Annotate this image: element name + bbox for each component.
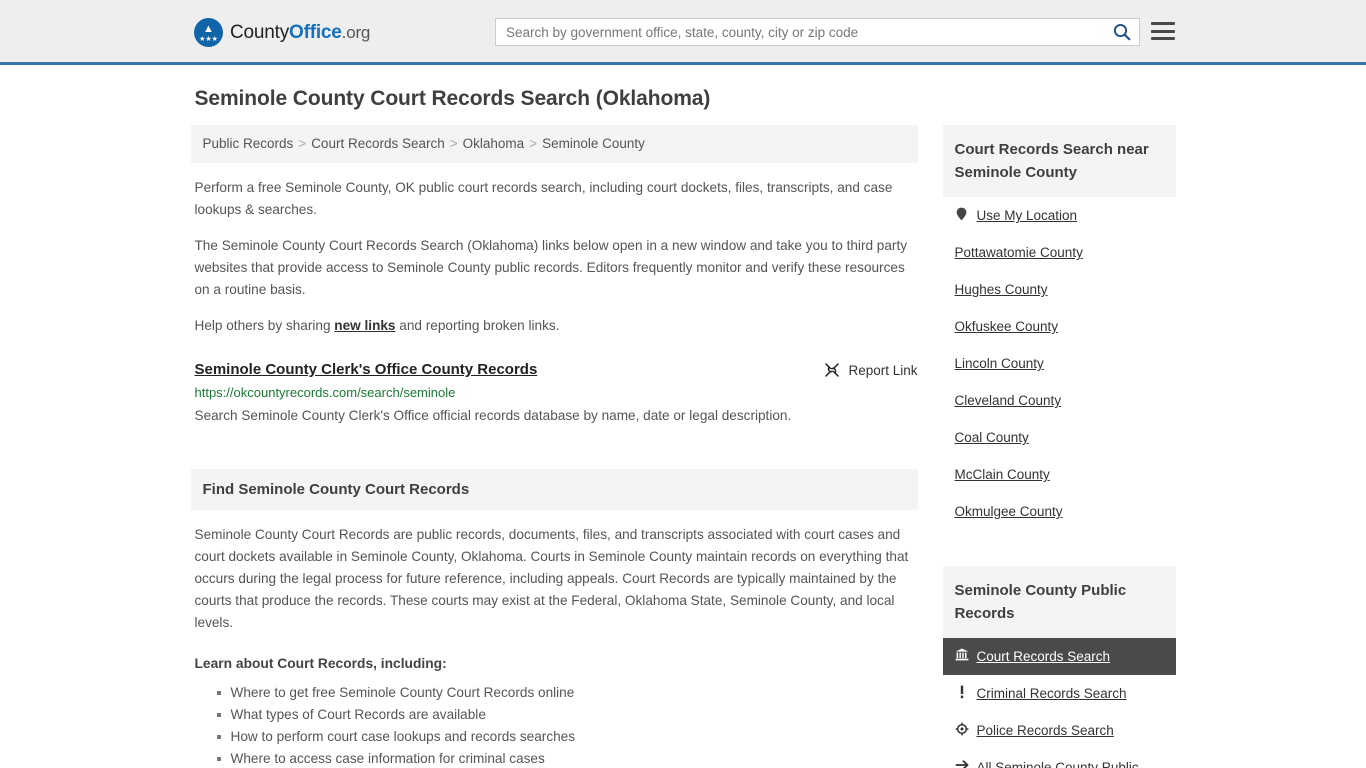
result-description: Search Seminole County Clerk's Office of… [194, 408, 792, 423]
sidebar: Court Records Search near Seminole Count… [942, 125, 1176, 768]
site-header: ▲ ★★★ CountyOffice.org [0, 0, 1366, 65]
learn-about-list: Where to get free Seminole County Court … [195, 682, 918, 768]
arrow-right-icon [955, 758, 969, 768]
sidebar-item-label[interactable]: Court Records Search [977, 647, 1111, 666]
police-badge-icon [955, 721, 969, 736]
new-links-link[interactable]: new links [334, 318, 395, 333]
sidebar-item-label[interactable]: All Seminole County Public Records (Okla… [977, 758, 1164, 768]
breadcrumb-separator: > [449, 136, 458, 151]
report-link-label: Report Link [848, 362, 918, 378]
breadcrumb-separator: > [529, 136, 538, 151]
sidebar-item-label[interactable]: McClain County [955, 465, 1050, 484]
report-link-button[interactable]: Report Link [824, 361, 918, 378]
intro-paragraph-3: Help others by sharing new links and rep… [195, 315, 910, 337]
sidebar-item-mcclain-county[interactable]: McClain County [943, 456, 1176, 493]
eagle-seal-icon: ▲ ★★★ [194, 18, 223, 47]
sidebar-item-all-public-records[interactable]: All Seminole County Public Records (Okla… [943, 749, 1176, 768]
hamburger-bar [1151, 22, 1175, 25]
breadcrumb: Public Records > Court Records Search > Okla… [190, 125, 918, 163]
sidebar-item-label[interactable]: Use My Location [977, 206, 1078, 225]
broken-link-icon [825, 363, 840, 377]
sidebar-item-lincoln-county[interactable]: Lincoln County [943, 345, 1176, 382]
sidebar-item-okfuskee-county[interactable]: Okfuskee County [943, 308, 1176, 345]
list-item: Where to get free Seminole County Court … [216, 682, 918, 704]
public-records-list: Court Records Search Criminal Records Se… [942, 638, 1176, 768]
breadcrumb-item-court-records-search[interactable]: Court Records Search [311, 136, 445, 151]
breadcrumb-item-seminole-county[interactable]: Seminole County [542, 136, 645, 151]
sidebar-item-criminal-records-search[interactable]: Criminal Records Search [943, 675, 1176, 712]
hamburger-bar [1151, 29, 1175, 33]
public-records-panel: Seminole County Public Records Court Rec… [942, 566, 1176, 768]
find-section-heading: Find Seminole County Court Records [190, 469, 918, 510]
search-input[interactable] [496, 19, 1105, 45]
sidebar-item-pottawatomie-county[interactable]: Pottawatomie County [943, 234, 1176, 271]
search-icon [1113, 23, 1131, 41]
sidebar-item-okmulgee-county[interactable]: Okmulgee County [943, 493, 1176, 530]
page-body: Seminole County Court Records Search (Ok… [0, 65, 1366, 768]
intro-paragraph-2: The Seminole County Court Records Search… [194, 238, 908, 297]
sidebar-item-police-records-search[interactable]: Police Records Search [943, 712, 1176, 749]
sidebar-item-label[interactable]: Criminal Records Search [977, 684, 1127, 703]
main-content: Public Records > Court Records Search > Okla… [190, 125, 918, 768]
sidebar-item-label[interactable]: Coal County [955, 428, 1029, 447]
find-section-body: Seminole County Court Records are public… [194, 527, 909, 630]
sidebar-item-label[interactable]: Hughes County [955, 280, 1048, 299]
share-text-before: Help others by sharing [194, 318, 335, 333]
sidebar-item-label[interactable]: Okmulgee County [955, 502, 1063, 521]
sidebar-item-hughes-county[interactable]: Hughes County [943, 271, 1176, 308]
page-title: Seminole County Court Records Search (Ok… [194, 87, 711, 110]
sidebar-item-label[interactable]: Police Records Search [977, 721, 1114, 740]
map-pin-icon [955, 206, 969, 221]
sidebar-item-coal-county[interactable]: Coal County [943, 419, 1176, 456]
logo-text: CountyOffice.org [230, 22, 370, 44]
list-item: How to perform court case lookups and re… [216, 726, 918, 748]
result-title-link[interactable]: Seminole County Clerk's Office County Re… [195, 361, 538, 378]
sidebar-item-label[interactable]: Cleveland County [955, 391, 1062, 410]
courthouse-icon [955, 647, 969, 661]
hamburger-menu-icon[interactable] [1151, 20, 1175, 42]
result-item: Seminole County Clerk's Office County Re… [195, 361, 918, 426]
breadcrumb-item-oklahoma[interactable]: Oklahoma [463, 136, 525, 151]
list-item: What types of Court Records are availabl… [216, 704, 918, 726]
sidebar-item-label[interactable]: Okfuskee County [955, 317, 1059, 336]
sidebar-item-label[interactable]: Pottawatomie County [955, 243, 1083, 262]
learn-about-heading: Learn about Court Records, including: [194, 656, 447, 671]
nearby-panel-heading: Court Records Search near Seminole Count… [942, 125, 1176, 197]
logo-text-org: .org [341, 22, 371, 42]
intro-paragraph-1: Perform a free Seminole County, OK publi… [194, 180, 893, 217]
breadcrumb-item-public-records[interactable]: Public Records [203, 136, 294, 151]
share-text-after: and reporting broken links. [395, 318, 560, 333]
sidebar-item-court-records-search[interactable]: Court Records Search [942, 638, 1176, 675]
result-url: https://okcountyrecords.com/search/semin… [194, 385, 456, 400]
logo-text-office: Office [289, 21, 342, 43]
sidebar-item-use-my-location[interactable]: Use My Location [943, 197, 1176, 234]
sidebar-item-label[interactable]: Lincoln County [955, 354, 1044, 373]
search-box [495, 18, 1140, 46]
breadcrumb-separator: > [298, 136, 307, 151]
site-logo[interactable]: ▲ ★★★ CountyOffice.org [194, 18, 370, 47]
exclamation-icon [955, 684, 969, 699]
list-item: Where to access case information for cri… [216, 748, 918, 768]
hamburger-bar [1151, 37, 1175, 40]
public-records-heading: Seminole County Public Records [942, 566, 1176, 638]
logo-text-county: County [230, 21, 290, 43]
nearby-county-list: Use My Location Pottawatomie County Hugh… [943, 197, 1176, 530]
search-button[interactable] [1105, 19, 1139, 45]
sidebar-item-cleveland-county[interactable]: Cleveland County [943, 382, 1176, 419]
